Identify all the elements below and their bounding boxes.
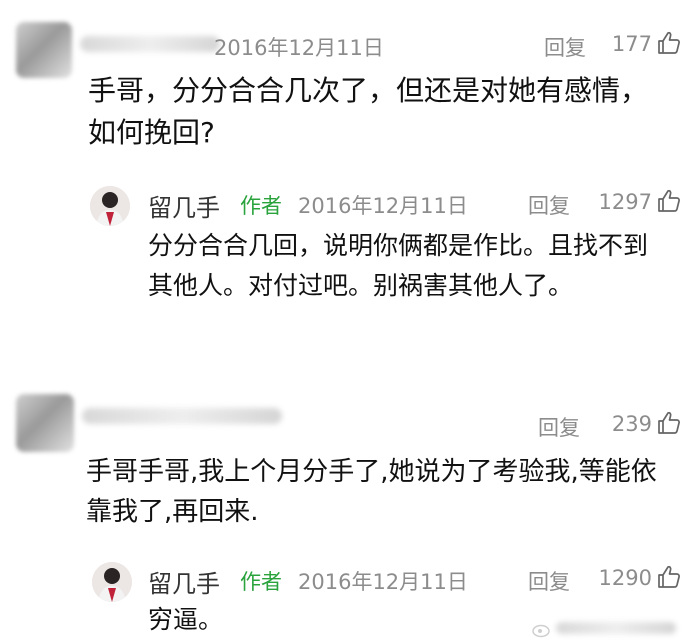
like-count: 239 xyxy=(611,412,652,436)
author-name[interactable]: 留几手 xyxy=(148,188,220,223)
reply: 留几手 作者 2016年12月11日 回复 1297 分分合合几回，说明你俩都是… xyxy=(0,180,690,340)
watermark xyxy=(532,620,682,638)
avatar[interactable] xyxy=(16,22,72,78)
like-count: 1297 xyxy=(598,190,652,214)
thumbs-up-icon[interactable] xyxy=(656,564,682,590)
reply-button[interactable]: 回复 xyxy=(538,412,580,442)
thumbs-up-icon[interactable] xyxy=(656,30,682,56)
like-count: 177 xyxy=(611,32,652,56)
reply-button[interactable]: 回复 xyxy=(528,190,570,220)
comment-text: 手哥，分分合合几次了，但还是对她有感情，如何挽回? xyxy=(88,74,649,149)
avatar-image xyxy=(90,186,130,226)
avatar-image xyxy=(92,562,132,602)
username[interactable] xyxy=(80,36,220,52)
author-name[interactable]: 留几手 xyxy=(148,564,220,599)
reply-date: 2016年12月11日 xyxy=(298,570,468,594)
reply-button[interactable]: 回复 xyxy=(528,566,570,596)
reply-text: 穷逼。 xyxy=(148,605,224,634)
avatar[interactable] xyxy=(16,394,74,452)
comment-text: 手哥手哥,我上个月分手了,她说为了考验我,等能依靠我了,再回来. xyxy=(86,457,657,527)
author-badge: 作者 xyxy=(240,570,282,594)
thumbs-up-icon[interactable] xyxy=(656,410,682,436)
comment: 2016年12月11日 回复 177 手哥，分分合合几次了，但还是对她有感情，如… xyxy=(0,0,690,350)
comment-date: 2016年12月11日 xyxy=(214,36,384,60)
reply-text: 分分合合几回，说明你俩都是作比。且找不到其他人。对付过吧。别祸害其他人了。 xyxy=(148,231,649,300)
username[interactable] xyxy=(82,408,282,424)
reply-button[interactable]: 回复 xyxy=(544,32,586,62)
author-avatar[interactable] xyxy=(90,186,130,226)
watermark-text xyxy=(556,622,676,634)
comment: 回复 239 手哥手哥,我上个月分手了,她说为了考验我,等能依靠我了,再回来. … xyxy=(0,380,690,644)
like-count: 1290 xyxy=(598,566,652,590)
author-avatar[interactable] xyxy=(92,562,132,602)
weibo-logo-icon xyxy=(532,624,550,638)
thumbs-up-icon[interactable] xyxy=(656,188,682,214)
reply-date: 2016年12月11日 xyxy=(298,194,468,218)
author-badge: 作者 xyxy=(240,194,282,218)
